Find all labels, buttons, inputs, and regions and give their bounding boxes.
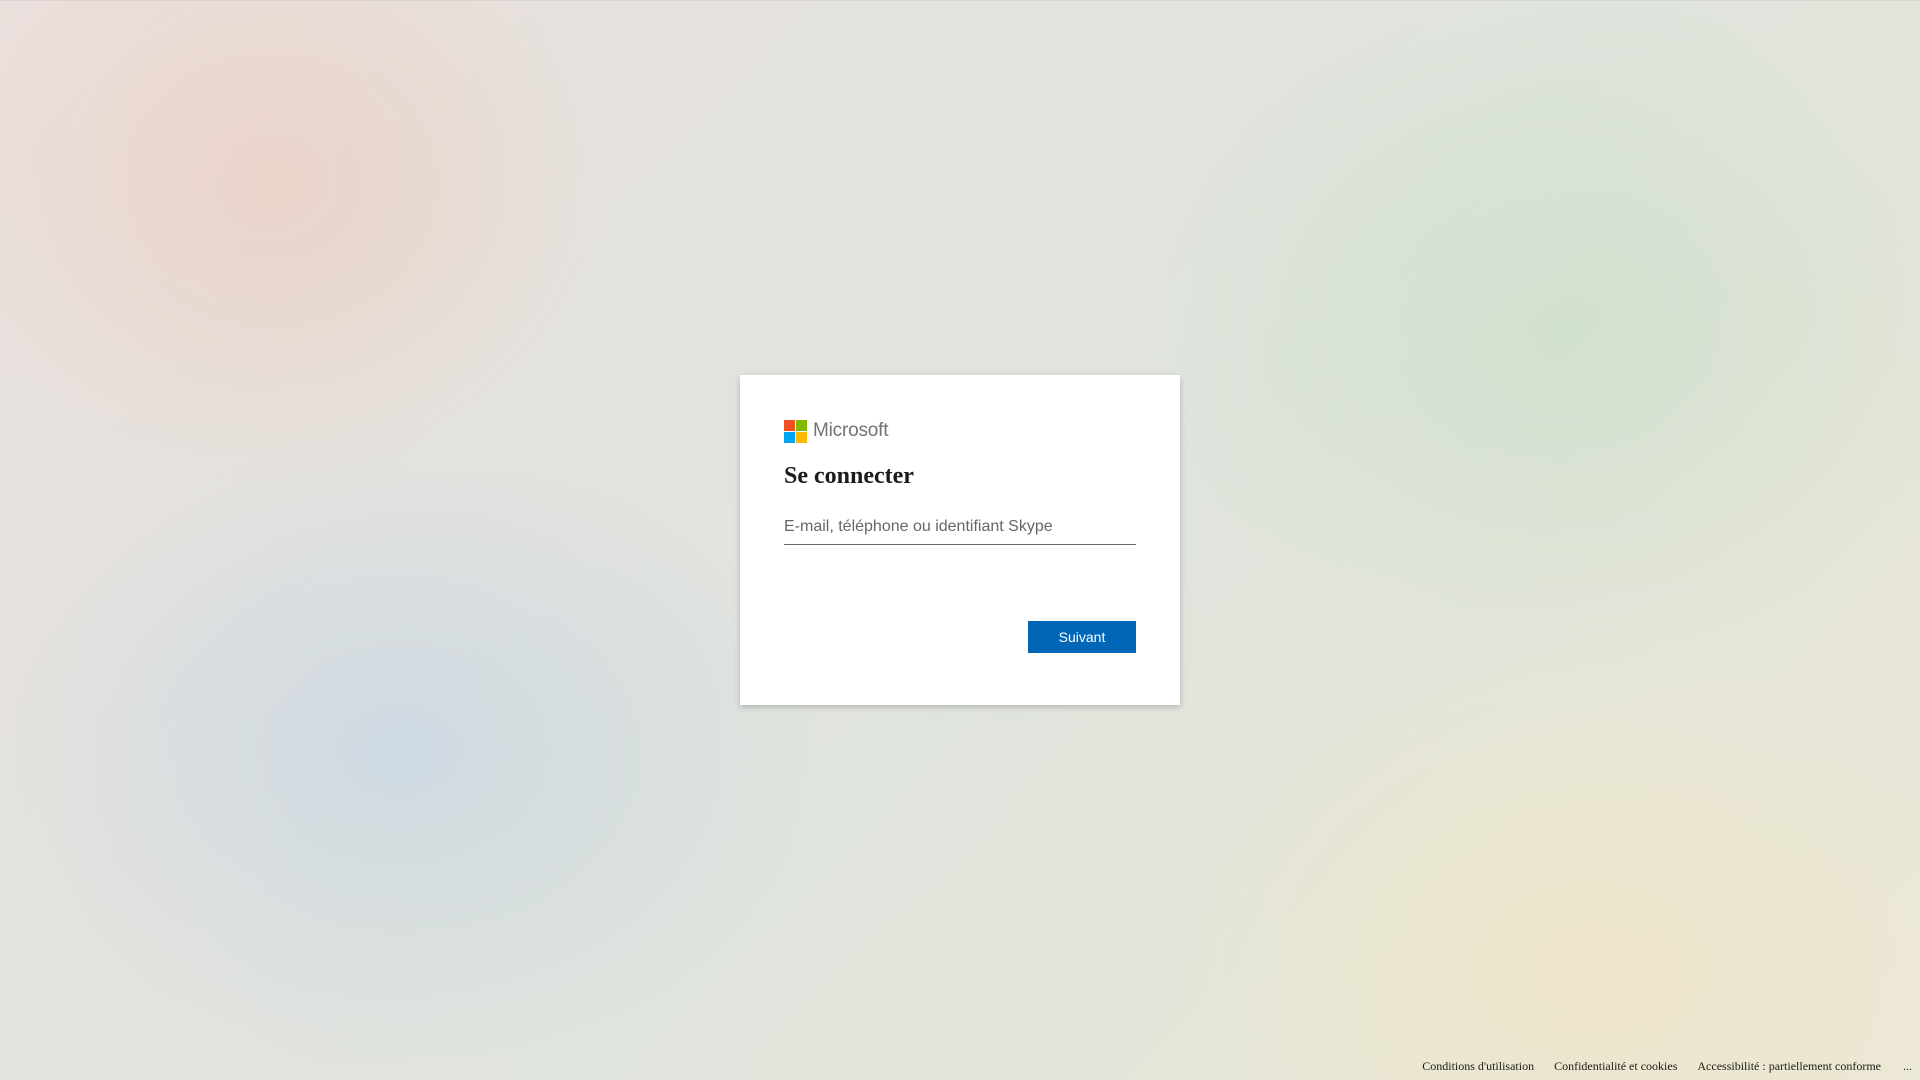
logo-square-blue	[784, 431, 795, 443]
microsoft-logo: Microsoft	[784, 419, 1136, 443]
signin-card: Microsoft Se connecter Suivant	[740, 375, 1180, 705]
logo-wordmark: Microsoft	[813, 420, 889, 441]
logo-square-red	[784, 419, 795, 431]
accessibility-link[interactable]: Accessibilité : partiellement conforme	[1697, 1059, 1881, 1074]
next-button[interactable]: Suivant	[1028, 621, 1136, 653]
page-title: Se connecter	[784, 463, 914, 489]
logo-square-green	[796, 419, 807, 431]
privacy-link[interactable]: Confidentialité et cookies	[1554, 1059, 1677, 1074]
actions: Suivant	[1028, 621, 1136, 653]
page-top-border	[0, 0, 1920, 1]
logo-square-yellow	[796, 431, 807, 443]
more-options-button[interactable]: ...	[1903, 1059, 1912, 1074]
terms-link[interactable]: Conditions d'utilisation	[1422, 1059, 1534, 1074]
email-field[interactable]	[784, 509, 1136, 545]
microsoft-logo-icon	[784, 419, 807, 443]
footer: Conditions d'utilisation Confidentialité…	[1422, 1052, 1920, 1080]
email-field-wrapper	[784, 509, 1136, 545]
